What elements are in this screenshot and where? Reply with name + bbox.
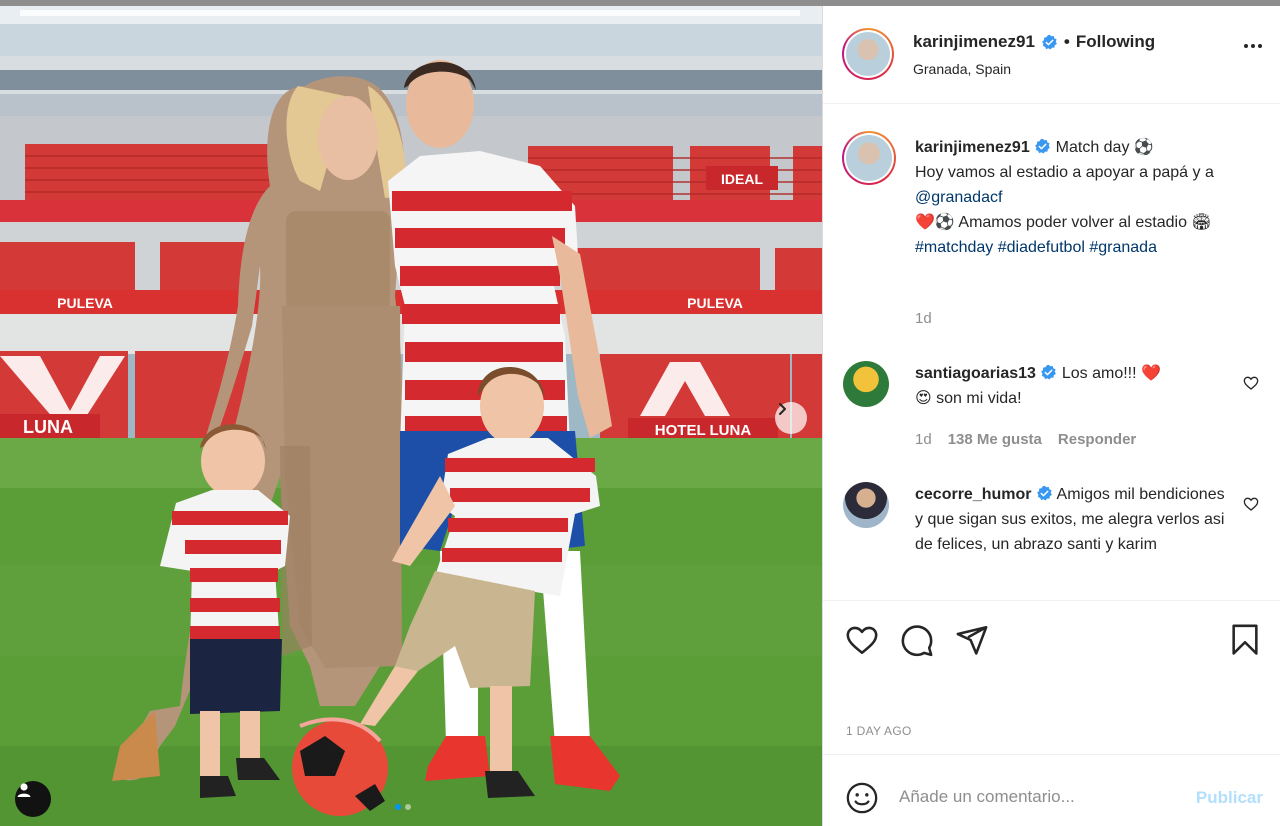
like-comment-heart-icon[interactable]: [1243, 496, 1259, 512]
comment-emoji: 😍: [915, 390, 932, 407]
stadium-family-photo: IDEAL PULEVA PULEVA LUNA HOTEL LUNA: [0, 6, 822, 826]
following-button[interactable]: Following: [1076, 32, 1155, 52]
header-separator: •: [1063, 32, 1070, 51]
heart-icon[interactable]: [845, 623, 879, 657]
caption-text: karinjimenez91 Match day ⚽ Hoy vamos al …: [915, 135, 1235, 260]
chevron-right-icon: [779, 403, 786, 415]
add-comment-bar: Publicar: [823, 754, 1280, 826]
post-photo[interactable]: IDEAL PULEVA PULEVA LUNA HOTEL LUNA: [0, 6, 822, 826]
comment-input[interactable]: [899, 783, 1179, 811]
post-actions: [823, 600, 1280, 660]
caption-time[interactable]: 1d: [915, 310, 932, 327]
comments-section: karinjimenez91 Match day ⚽ Hoy vamos al …: [823, 105, 1280, 595]
more-options-icon[interactable]: [1244, 44, 1262, 48]
commenter-avatar[interactable]: [843, 482, 889, 528]
post-header: karinjimenez91 • Following Granada, Spai…: [823, 6, 1280, 104]
verified-badge-icon: [1037, 485, 1052, 501]
comment-line-1: Los amo!!!: [1061, 365, 1137, 382]
comment-meta: 1d 138 Me gusta Responder: [915, 431, 1136, 448]
sign-hotel-luna: HOTEL LUNA: [655, 422, 752, 439]
sign-puleva-left: PULEVA: [57, 295, 113, 311]
carousel-dot: [405, 804, 411, 810]
sign-puleva-right: PULEVA: [687, 295, 743, 311]
caption-emoji: ❤️⚽: [915, 214, 955, 231]
author-avatar[interactable]: [842, 28, 894, 80]
mention-link[interactable]: @granadacf: [915, 189, 1002, 206]
caption-line-2: Hoy vamos al estadio a apoyar a papá y a: [915, 164, 1214, 181]
carousel-next-button[interactable]: [775, 402, 807, 434]
verified-badge-icon: [1035, 138, 1051, 154]
commenter-avatar[interactable]: [843, 361, 889, 407]
hashtag-link[interactable]: #diadefutbol: [998, 239, 1085, 256]
caption-line-1: Match day ⚽: [1055, 139, 1154, 156]
comment-text: santiagoarias13 Los amo!!! ❤️ 😍 son mi v…: [915, 361, 1235, 411]
user-tag-button[interactable]: [15, 781, 51, 817]
caption-line-3: Amamos poder volver al estadio 🏟: [958, 214, 1212, 231]
share-icon[interactable]: [955, 623, 989, 657]
verified-badge-icon: [1041, 364, 1057, 380]
hashtag-link[interactable]: #granada: [1089, 239, 1157, 256]
emoji-icon[interactable]: [845, 781, 879, 815]
publish-button[interactable]: Publicar: [1196, 788, 1263, 808]
comment-icon[interactable]: [900, 623, 934, 657]
author-username[interactable]: karinjimenez91: [913, 32, 1035, 52]
commenter-username[interactable]: santiagoarias13: [915, 365, 1036, 382]
bookmark-icon[interactable]: [1228, 623, 1262, 657]
comment-time[interactable]: 1d: [915, 431, 932, 448]
author-line: karinjimenez91 • Following: [913, 32, 1155, 52]
carousel-dot-active: [395, 804, 401, 810]
carousel-indicator: [395, 804, 411, 810]
sign-luna: LUNA: [23, 417, 73, 437]
caption-meta: 1d: [915, 310, 932, 327]
comment-emoji: ❤️: [1141, 365, 1161, 382]
comment-likes[interactable]: 138 Me gusta: [948, 431, 1042, 448]
comment-line-2: son mi vida!: [936, 390, 1022, 407]
like-comment-heart-icon[interactable]: [1243, 375, 1259, 391]
reply-button[interactable]: Responder: [1058, 431, 1136, 448]
post-side-panel: karinjimenez91 • Following Granada, Spai…: [822, 6, 1280, 826]
post-location[interactable]: Granada, Spain: [913, 61, 1011, 77]
sign-ideal: IDEAL: [721, 171, 763, 187]
post-time-ago[interactable]: 1 DAY AGO: [846, 724, 912, 738]
commenter-username[interactable]: cecorre_humor: [915, 486, 1032, 503]
caption-username[interactable]: karinjimenez91: [915, 139, 1030, 156]
hashtag-link[interactable]: #matchday: [915, 239, 993, 256]
verified-badge-icon: [1042, 34, 1057, 50]
caption-avatar[interactable]: [842, 131, 896, 185]
comment-text: cecorre_humor Amigos mil bendiciones y q…: [915, 482, 1235, 557]
user-tag-icon: [17, 783, 31, 797]
